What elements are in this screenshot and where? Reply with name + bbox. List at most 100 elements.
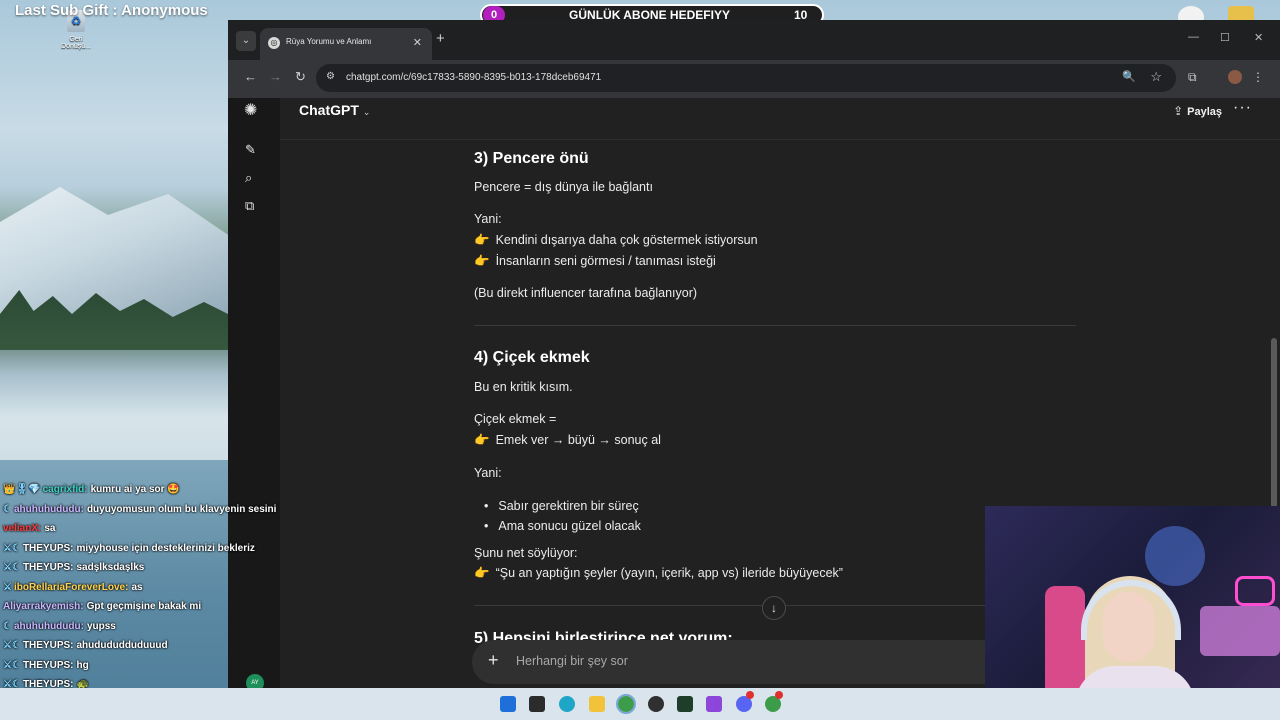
share-button[interactable]: ⇪ Paylaş <box>1173 104 1222 118</box>
chat-message: ⚔☾ THEYUPS: ahudududduduuud <box>3 640 168 651</box>
back-arrow-icon[interactable]: ← <box>244 69 257 84</box>
s4-flow-text: Emek ver → büyü → sonuç al <box>495 433 661 447</box>
pointing-hand-icon: 👉 <box>474 254 490 268</box>
s3-note: (Bu direkt influencer tarafına bağlanıyo… <box>474 286 698 300</box>
webcam-light-glow <box>1145 526 1205 586</box>
chat-badge: ☾ <box>3 620 12 632</box>
chat-badge: ⚔☾ <box>3 562 21 573</box>
chat-header: ChatGPT ⌄ ⇪ Paylaş ··· <box>280 98 1280 140</box>
chat-message: ⚔ iboRellariaForeverLove: as <box>3 582 143 593</box>
s4-quote-text: “Şu an yaptığın şeyler (yayın, içerik, a… <box>495 566 843 580</box>
chat-badge: ⚔☾ <box>3 542 21 554</box>
site-info-icon[interactable]: ⚙ <box>326 71 335 82</box>
chatgpt-favicon-icon: ◎ <box>268 37 280 49</box>
start-windows-icon[interactable] <box>500 696 516 712</box>
minimize-icon[interactable]: — <box>1188 31 1199 43</box>
search-icon[interactable]: ⌕ <box>245 170 252 186</box>
pointing-hand-icon: 👉 <box>474 233 490 247</box>
s4-says: Şunu net söylüyor: <box>474 546 578 560</box>
chat-text: kumru ai ya sor 🤩 <box>90 484 180 495</box>
chat-badge: ⚔☾ <box>3 640 21 651</box>
composer-placeholder[interactable]: Herhangi bir şey sor <box>516 654 628 668</box>
chat-text: sadşlksdaşlks <box>76 562 145 573</box>
chat-text: Gpt geçmişine bakak mi <box>86 601 202 612</box>
attach-plus-icon[interactable]: + <box>488 650 499 671</box>
chat-badge: ⚔ <box>3 581 12 593</box>
s4-bullet-2: Ama sonucu güzel olacak <box>484 519 640 533</box>
openai-logo-icon[interactable]: ✺ <box>244 100 257 120</box>
s3-point-1: 👉 Kendini dışarıya daha çok göstermek ist… <box>474 233 758 248</box>
address-bar-row: ← → ↻ ⚙ chatgpt.com/c/69c17833-5890-8395… <box>228 60 1280 98</box>
file-explorer-icon[interactable] <box>589 696 605 712</box>
scroll-down-button[interactable]: ↓ <box>762 596 786 620</box>
close-tab-icon[interactable]: ✕ <box>413 36 422 49</box>
neon-sign <box>1235 576 1275 606</box>
wallpaper-mountain <box>0 187 240 320</box>
share-label: Paylaş <box>1187 106 1222 118</box>
s4-line-1: Bu en kritik kısım. <box>474 380 573 394</box>
chat-message: ☾ ahuhuhududu: yupss <box>3 621 116 632</box>
chat-text: miyyhouse için desteklerinizi bekleriz <box>76 542 255 554</box>
chevron-down-icon: ⌄ <box>362 107 371 117</box>
task-view-icon[interactable] <box>529 696 545 712</box>
s4-bullet-1: Sabır gerektiren bir süreç <box>484 499 638 513</box>
library-icon[interactable]: ⧉ <box>245 198 254 214</box>
obs-icon[interactable] <box>648 696 664 712</box>
chat-username: Aliyarrakyemish: <box>3 601 84 612</box>
twitch-icon[interactable] <box>706 696 722 712</box>
page-scrollbar[interactable] <box>1271 338 1277 508</box>
pointing-hand-icon: 👉 <box>474 566 490 580</box>
close-window-icon[interactable]: ✕ <box>1254 31 1263 44</box>
recycle-bin-label-2: Dönüşü... <box>61 43 91 50</box>
chat-username: ahuhuhududu: <box>13 620 84 632</box>
chat-message: velianX: sa <box>3 523 55 534</box>
edge-browser-icon[interactable] <box>559 696 575 712</box>
webcam-shelf <box>1200 606 1280 656</box>
chat-message: Aliyarrakyemish: Gpt geçmişine bakak mi <box>3 601 201 612</box>
s3-point-2-text: İnsanların seni görmesi / tanıması isteğ… <box>495 254 716 268</box>
s3-point-2: 👉 İnsanların seni görmesi / tanıması iste… <box>474 254 716 269</box>
bookmark-star-icon[interactable]: ☆ <box>1150 69 1162 85</box>
s3-line-1: Pencere = dış dünya ile bağlantı <box>474 180 653 194</box>
chat-message: ☾ ahuhuhududu: duyuyomusun olum bu klavyen… <box>3 504 276 515</box>
more-options-icon[interactable]: ··· <box>1233 99 1252 117</box>
chrome-icon[interactable] <box>616 694 636 714</box>
profile-avatar[interactable] <box>1228 70 1242 84</box>
s4-quote: 👉 “Şu an yaptığın şeyler (yayın, içerik, … <box>474 566 843 581</box>
s3-point-1-text: Kendini dışarıya daha çok göstermek isti… <box>495 233 758 247</box>
url-text[interactable]: chatgpt.com/c/69c17833-5890-8395-b013-17… <box>346 72 601 83</box>
active-tab[interactable]: ◎ Rüya Yorumu ve Anlamı ✕ <box>260 28 432 60</box>
s3-yani: Yani: <box>474 212 502 226</box>
chat-message: ⚔☾ THEYUPS: sadşlksdaşlks <box>3 562 144 573</box>
tab-strip: ⌄ ◎ Rüya Yorumu ve Anlamı ✕ + — ☐ ✕ <box>228 20 1280 60</box>
chat-text: duyuyomusun olum bu klavyenin sesini <box>86 503 277 515</box>
notification-badge <box>746 691 754 699</box>
chat-text: sa <box>44 523 56 534</box>
reload-icon[interactable]: ↻ <box>295 69 306 85</box>
chat-username: velianX: <box>3 523 42 534</box>
tab-search-button[interactable]: ⌄ <box>236 31 256 51</box>
s4-equation: Çiçek ekmek = <box>474 412 557 426</box>
model-label: ChatGPT <box>299 102 359 118</box>
tab-title: Rüya Yorumu ve Anlamı <box>286 37 372 46</box>
left-icon-rail: ✺ ✎ ⌕ ⧉ AY <box>228 98 280 692</box>
forward-arrow-icon[interactable]: → <box>269 69 282 84</box>
maximize-icon[interactable]: ☐ <box>1220 31 1230 44</box>
windows-taskbar <box>0 688 1280 720</box>
terminal-icon[interactable] <box>677 696 693 712</box>
chat-username: ahuhuhududu: <box>13 503 84 515</box>
zoom-icon[interactable]: 🔍 <box>1122 70 1136 83</box>
notification-badge <box>775 691 783 699</box>
message-composer[interactable]: + Herhangi bir şey sor <box>472 640 1012 684</box>
section-3-heading: 3) Pencere önü <box>474 150 589 167</box>
new-tab-plus-icon[interactable]: + <box>436 30 445 47</box>
chat-text: yupss <box>86 620 116 632</box>
chat-text: hg <box>76 659 89 671</box>
chat-text: as <box>131 581 143 593</box>
s4-yani: Yani: <box>474 466 502 480</box>
url-omnibox[interactable]: ⚙ chatgpt.com/c/69c17833-5890-8395-b013-… <box>316 64 1176 92</box>
browser-menu-icon[interactable]: ⋮ <box>1252 70 1264 84</box>
new-chat-icon[interactable]: ✎ <box>245 142 256 158</box>
extensions-puzzle-icon[interactable]: ⧉ <box>1188 70 1197 85</box>
model-selector[interactable]: ChatGPT ⌄ <box>299 102 370 118</box>
